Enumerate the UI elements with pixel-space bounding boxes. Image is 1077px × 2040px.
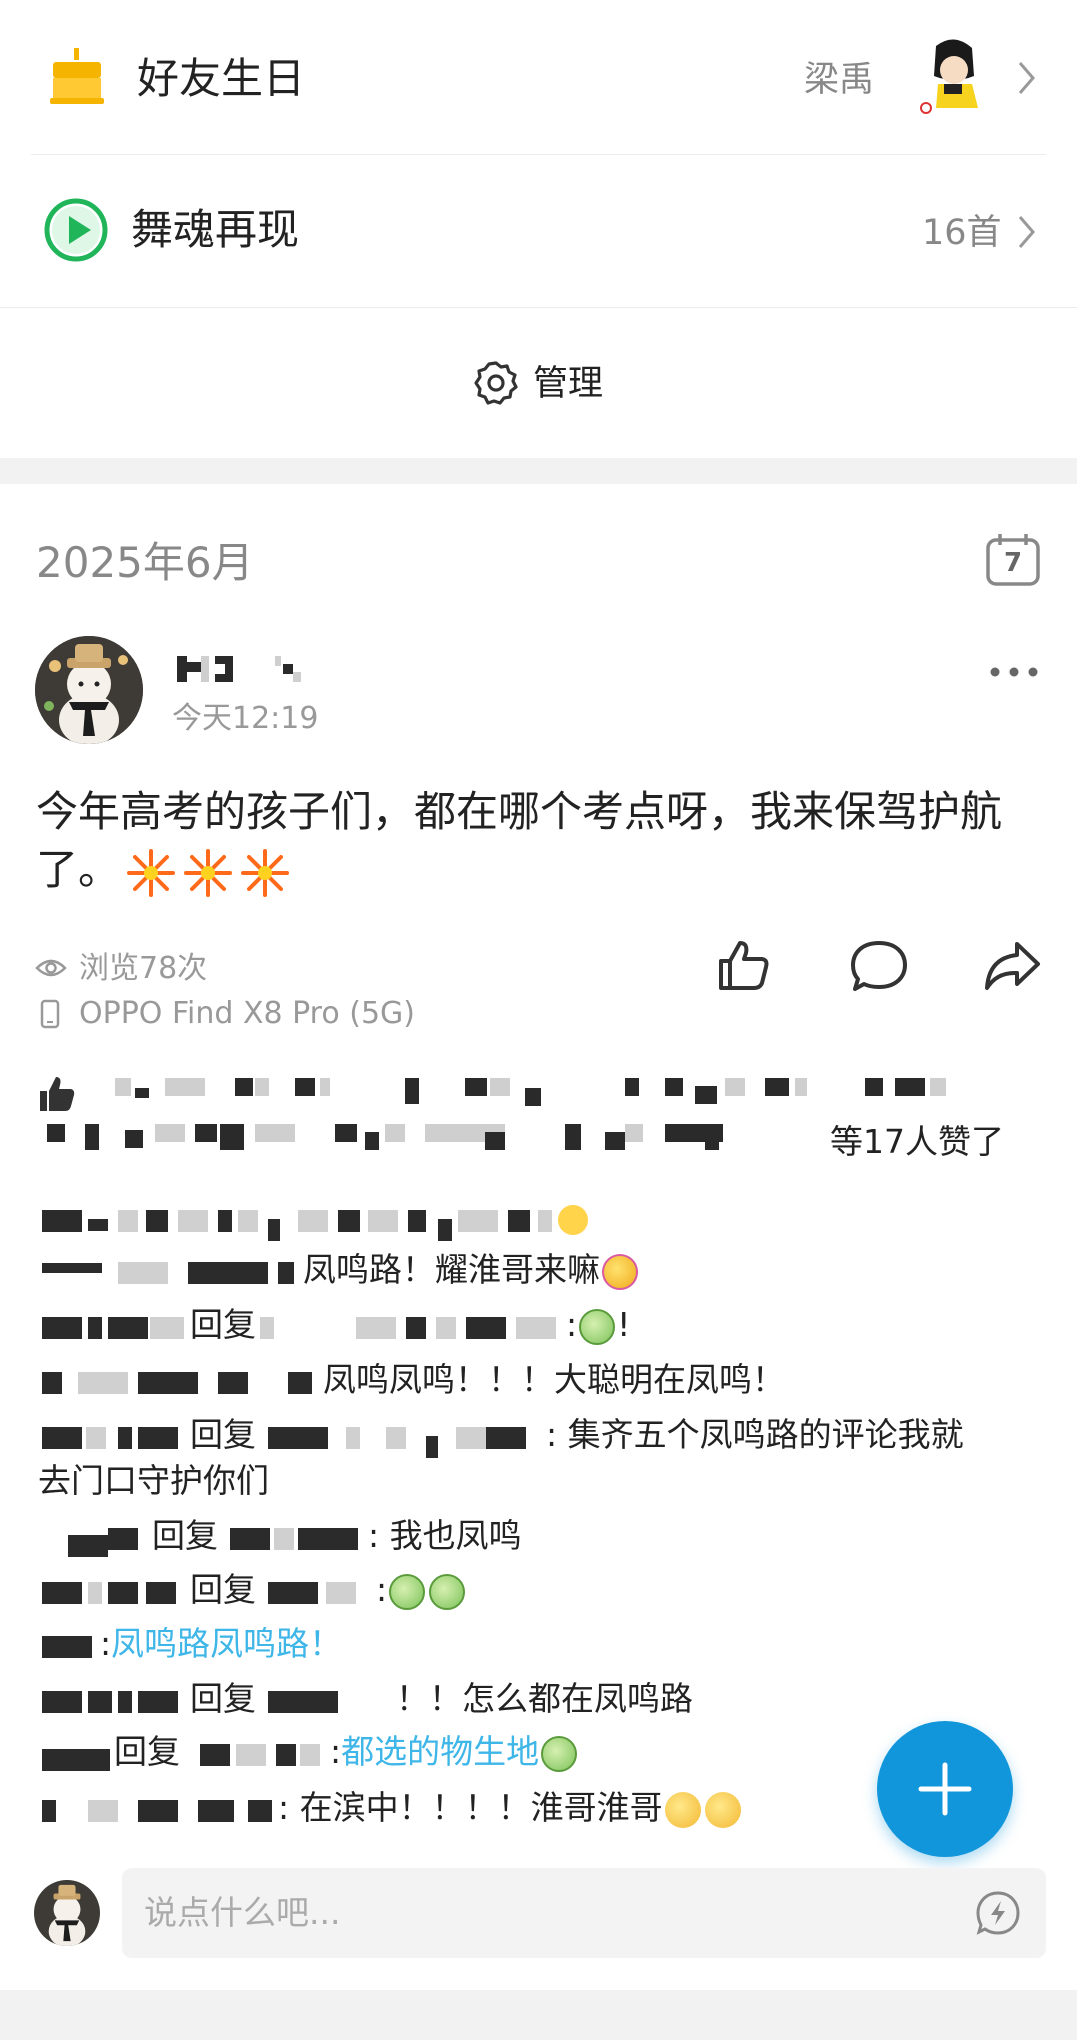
more-icon[interactable] — [989, 664, 1039, 678]
comment-item[interactable]: 凤鸣路！耀淮哥来嘛 — [38, 1248, 640, 1292]
manage-label: 管理 — [533, 364, 604, 404]
reply-label: 回复 — [190, 1415, 256, 1454]
emoji — [579, 1308, 616, 1345]
section-separator — [0, 1990, 1077, 2040]
add-post-button[interactable] — [877, 1721, 1013, 1857]
firework-emoji — [124, 846, 292, 900]
comment-item[interactable]: :凤鸣路凤鸣路！ — [38, 1622, 342, 1666]
reply-label: 回复 — [190, 1305, 256, 1344]
cake-icon — [50, 48, 104, 104]
comment-input-placeholder: 说点什么吧... — [144, 1893, 341, 1932]
comment-text: : — [100, 1624, 112, 1663]
dance-row[interactable]: 舞魂再现 16首 — [0, 155, 1077, 307]
comment-item[interactable]: 回复 : 集齐五个凤鸣路的评论我就 — [38, 1413, 964, 1458]
like-icon[interactable] — [715, 937, 771, 993]
comment-item[interactable]: 凤鸣凤鸣！！！大聪明在凤鸣！ — [38, 1358, 785, 1402]
post-author-name — [175, 656, 325, 686]
chevron-right-icon — [1017, 60, 1037, 96]
share-icon[interactable] — [983, 940, 1041, 992]
reply-label: 回复 — [190, 1679, 256, 1718]
likes-count: 等17人赞了 — [830, 1122, 1004, 1161]
gear-icon — [473, 360, 519, 406]
comment-text: ！！怎么都在凤鸣路 — [396, 1679, 693, 1718]
birthday-row[interactable]: 好友生日 梁禹 — [0, 0, 1077, 155]
manage-button[interactable]: 管理 — [470, 355, 620, 415]
reply-label: 回复 — [152, 1516, 218, 1555]
thumb-icon — [38, 1075, 76, 1113]
comment-text-line2: 去门口守护你们 — [38, 1461, 269, 1500]
dance-title: 舞魂再现 — [131, 205, 300, 254]
section-separator — [0, 458, 1077, 484]
emoji — [664, 1791, 701, 1828]
avatar — [34, 1880, 100, 1946]
play-icon — [44, 198, 108, 262]
comment-item[interactable]: 回复 : 我也凤鸣 — [38, 1514, 522, 1558]
comment-link[interactable]: 凤鸣路凤鸣路！ — [111, 1624, 342, 1663]
dance-count: 16首 — [922, 213, 1002, 253]
month-label: 2025年6月 — [36, 538, 254, 587]
comment-text: : 我也凤鸣 — [368, 1516, 522, 1555]
reply-label: 回复 — [114, 1732, 180, 1771]
comment-item[interactable] — [38, 1196, 598, 1241]
avatar — [914, 36, 992, 118]
post-time: 今天12:19 — [172, 701, 319, 736]
chevron-right-icon — [1017, 214, 1037, 250]
comment-text: : 在滨中！！！！淮哥淮哥 — [278, 1788, 663, 1827]
post-views: 浏览78次 — [79, 951, 208, 986]
comment-text: 凤鸣凤鸣！！！大聪明在凤鸣！ — [323, 1360, 785, 1399]
plus-icon — [917, 1761, 973, 1817]
avatar[interactable] — [35, 636, 143, 744]
comment-icon[interactable] — [850, 939, 908, 993]
post-device: OPPO Find X8 Pro (5G) — [79, 996, 415, 1031]
comment-item[interactable]: 回复 :! — [38, 1303, 630, 1347]
comment-item[interactable]: : 在滨中！！！！淮哥淮哥 — [38, 1786, 743, 1830]
comment-text: : — [330, 1732, 342, 1771]
divider — [0, 307, 1077, 308]
comment-item[interactable]: 回复 ！！怎么都在凤鸣路 — [38, 1677, 693, 1721]
post-content: 今年高考的孩子们，都在哪个考点呀，我来保驾护航了。 — [36, 783, 1036, 900]
phone-icon — [40, 999, 60, 1029]
eye-icon — [35, 956, 67, 980]
calendar-icon[interactable]: 7 — [985, 532, 1041, 588]
emoji — [429, 1573, 466, 1610]
emoji — [541, 1735, 578, 1772]
comment-suffix: ! — [617, 1305, 631, 1344]
comment-text: : — [376, 1570, 388, 1609]
emoji — [704, 1791, 741, 1828]
comment-text: : 集齐五个凤鸣路的评论我就 — [546, 1415, 964, 1454]
comment-text: 凤鸣路！耀淮哥来嘛 — [303, 1250, 600, 1289]
birthday-title: 好友生日 — [137, 54, 306, 103]
comment-input[interactable]: 说点什么吧... — [122, 1868, 1046, 1958]
lightning-icon[interactable] — [975, 1890, 1021, 1936]
birthday-friend-name: 梁禹 — [804, 60, 875, 100]
reply-label: 回复 — [190, 1570, 256, 1609]
emoji — [602, 1253, 638, 1290]
calendar-day: 7 — [1003, 548, 1023, 578]
comment-link[interactable]: 都选的物生地 — [341, 1732, 539, 1771]
comment-item[interactable]: 回复 : — [38, 1568, 467, 1612]
comment-text: : — [566, 1305, 578, 1344]
emoji — [389, 1573, 426, 1610]
comment-item[interactable]: 回复 :都选的物生地 — [38, 1730, 579, 1774]
